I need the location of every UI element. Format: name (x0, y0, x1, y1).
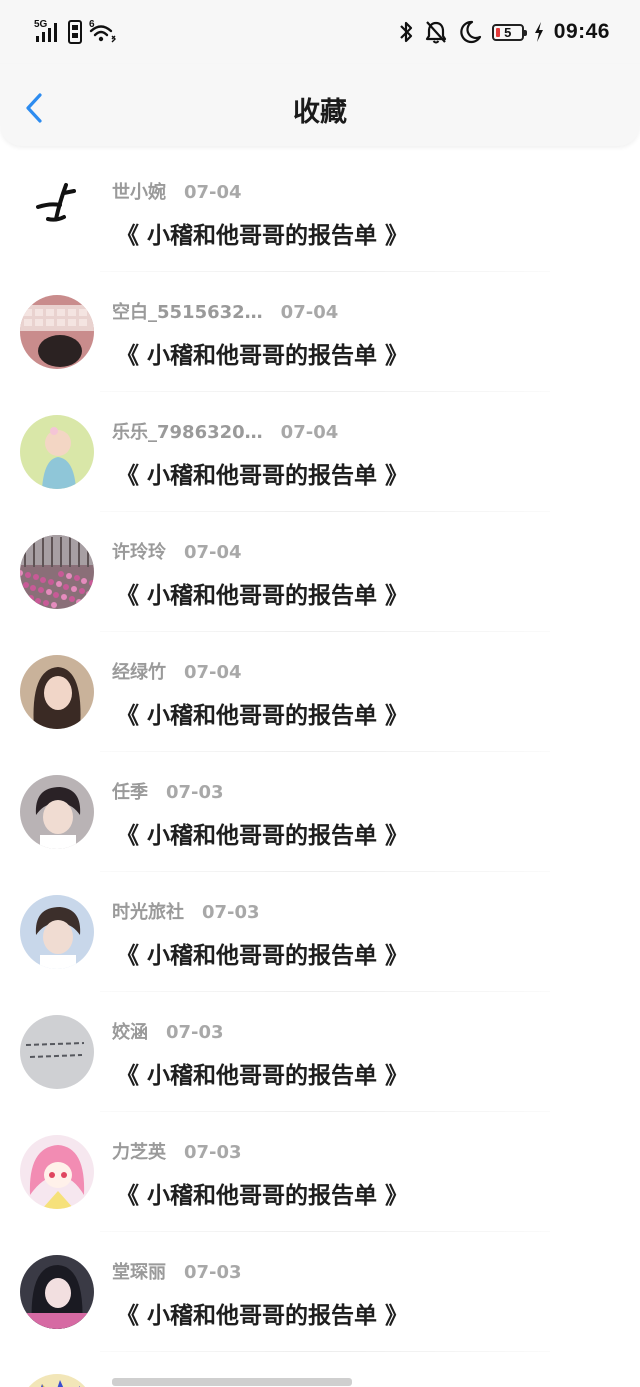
post-date: 07-04 (184, 662, 242, 683)
article-title[interactable]: 《 小稽和他哥哥的报告单 》 (116, 936, 408, 970)
avatar[interactable] (20, 655, 94, 729)
item-meta: 乐乐_7986320… 07-04 (112, 418, 338, 444)
item-meta: 经绿竹 07-04 (112, 658, 242, 684)
author-name: 堂琛丽 (112, 1262, 166, 1283)
avatar[interactable] (20, 535, 94, 609)
avatar[interactable] (20, 295, 94, 369)
list-item[interactable]: 空白_5515632… 07-04 《 小稽和他哥哥的报告单 》 (0, 272, 640, 392)
crown-illustration-icon (41, 1380, 80, 1387)
avatar[interactable] (20, 775, 94, 849)
author-name: 空白_5515632… (112, 302, 263, 323)
battery-level-label: 5 (504, 24, 512, 40)
list-item[interactable]: 许玲玲 07-04 《 小稽和他哥哥的报告单 》 (0, 512, 640, 632)
post-date: 07-04 (184, 542, 242, 563)
navigation-header: 收藏 (0, 64, 640, 146)
post-date: 07-04 (280, 422, 339, 443)
baby-photo-icon (42, 427, 76, 489)
avatar[interactable] (20, 895, 94, 969)
article-title[interactable]: 《 小稽和他哥哥的报告单 》 (116, 336, 408, 370)
item-meta: 时光旅社 07-03 (112, 898, 260, 924)
article-title[interactable]: 《 小稽和他哥哥的报告单 》 (116, 576, 408, 610)
wifi-icon: 6 (89, 19, 116, 43)
article-title[interactable]: 《 小稽和他哥哥的报告单 》 (116, 696, 408, 730)
post-date: 07-04 (280, 302, 339, 323)
post-date: 07-03 (202, 902, 260, 923)
list-item[interactable]: 经绿竹 07-04 《 小稽和他哥哥的报告单 》 (0, 632, 640, 752)
author-name: 经绿竹 (112, 662, 166, 683)
post-date: 07-03 (166, 782, 224, 803)
post-date: 07-04 (184, 182, 242, 203)
flower-field-photo-icon (20, 535, 94, 609)
girl-selfie-photo-icon (26, 1265, 88, 1329)
network-type-label: 5G (34, 19, 48, 30)
author-name: 时光旅社 (112, 902, 184, 923)
item-meta: 力芝英 07-03 (112, 1138, 242, 1164)
list-item[interactable]: 堂琛丽 07-03 《 小稽和他哥哥的报告单 》 (0, 1232, 640, 1352)
avatar[interactable] (20, 1135, 94, 1209)
article-title[interactable]: 《 小稽和他哥哥的报告单 》 (116, 1296, 408, 1330)
author-name: 姣涵 (112, 1022, 148, 1043)
avatar[interactable] (20, 1374, 94, 1387)
favorites-list: 世小婉 07-04 《 小稽和他哥哥的报告单 》 空白_5515632… 07-04… (0, 152, 640, 1352)
list-item[interactable]: 姣涵 07-03 《 小稽和他哥哥的报告单 》 (0, 992, 640, 1112)
battery-level-bar (495, 27, 500, 37)
anime-girl-photo-icon (29, 1145, 85, 1209)
avatar[interactable] (20, 175, 94, 249)
article-title[interactable]: 《 小稽和他哥哥的报告单 》 (116, 816, 408, 850)
author-name-placeholder (112, 1378, 352, 1386)
keyboard-photo-icon (20, 305, 94, 367)
bluetooth-icon (400, 21, 412, 43)
author-name: 世小婉 (112, 182, 166, 203)
clock-time: 09:46 (553, 20, 610, 43)
article-title[interactable]: 《 小稽和他哥哥的报告单 》 (116, 1056, 408, 1090)
article-title[interactable]: 《 小稽和他哥哥的报告单 》 (116, 1176, 408, 1210)
bell-muted-icon (425, 21, 446, 44)
author-name: 力芝英 (112, 1142, 166, 1163)
handwriting-photo-icon (25, 1042, 85, 1058)
item-meta: 许玲玲 07-04 (112, 538, 242, 564)
post-date: 07-03 (184, 1262, 242, 1283)
item-meta: 任季 07-03 (112, 778, 224, 804)
sim-card-icon (68, 20, 82, 44)
post-date: 07-03 (184, 1142, 242, 1163)
item-meta: 堂琛丽 07-03 (112, 1258, 242, 1284)
author-name: 任季 (112, 782, 148, 803)
charging-bolt-icon (534, 22, 543, 42)
calligraphy-logo-icon (36, 183, 76, 222)
list-item[interactable]: 世小婉 07-04 《 小稽和他哥哥的报告单 》 (0, 152, 640, 272)
cellular-signal-icon: 5G (34, 19, 57, 42)
girl-portrait-photo-icon (33, 667, 81, 729)
item-meta: 姣涵 07-03 (112, 1018, 224, 1044)
article-title[interactable]: 《 小稽和他哥哥的报告单 》 (116, 456, 408, 490)
author-name: 许玲玲 (112, 542, 166, 563)
page-title: 收藏 (293, 97, 347, 128)
avatar[interactable] (20, 415, 94, 489)
battery-icon: 5 (491, 23, 527, 41)
item-meta: 世小婉 07-04 (112, 178, 242, 204)
author-name: 乐乐_7986320… (112, 422, 263, 443)
boy-portrait-photo-icon (35, 907, 81, 969)
status-left: 5G 6 (34, 18, 118, 44)
list-item[interactable]: 任季 07-03 《 小稽和他哥哥的报告单 》 (0, 752, 640, 872)
list-item[interactable]: 乐乐_7986320… 07-04 《 小稽和他哥哥的报告单 》 (0, 392, 640, 512)
avatar[interactable] (20, 1255, 94, 1329)
status-right: 5 09:46 (398, 16, 610, 48)
list-item-partial[interactable] (0, 1352, 640, 1387)
boy-portrait-photo-icon (35, 787, 81, 849)
moon-icon (460, 20, 481, 44)
avatar[interactable] (20, 1015, 94, 1089)
status-bar: 5G 6 5 09:46 (0, 0, 640, 64)
item-meta: 空白_5515632… 07-04 (112, 298, 338, 324)
list-item[interactable]: 力芝英 07-03 《 小稽和他哥哥的报告单 》 (0, 1112, 640, 1232)
post-date: 07-03 (166, 1022, 224, 1043)
list-item[interactable]: 时光旅社 07-03 《 小稽和他哥哥的报告单 》 (0, 872, 640, 992)
article-title[interactable]: 《 小稽和他哥哥的报告单 》 (116, 216, 408, 250)
